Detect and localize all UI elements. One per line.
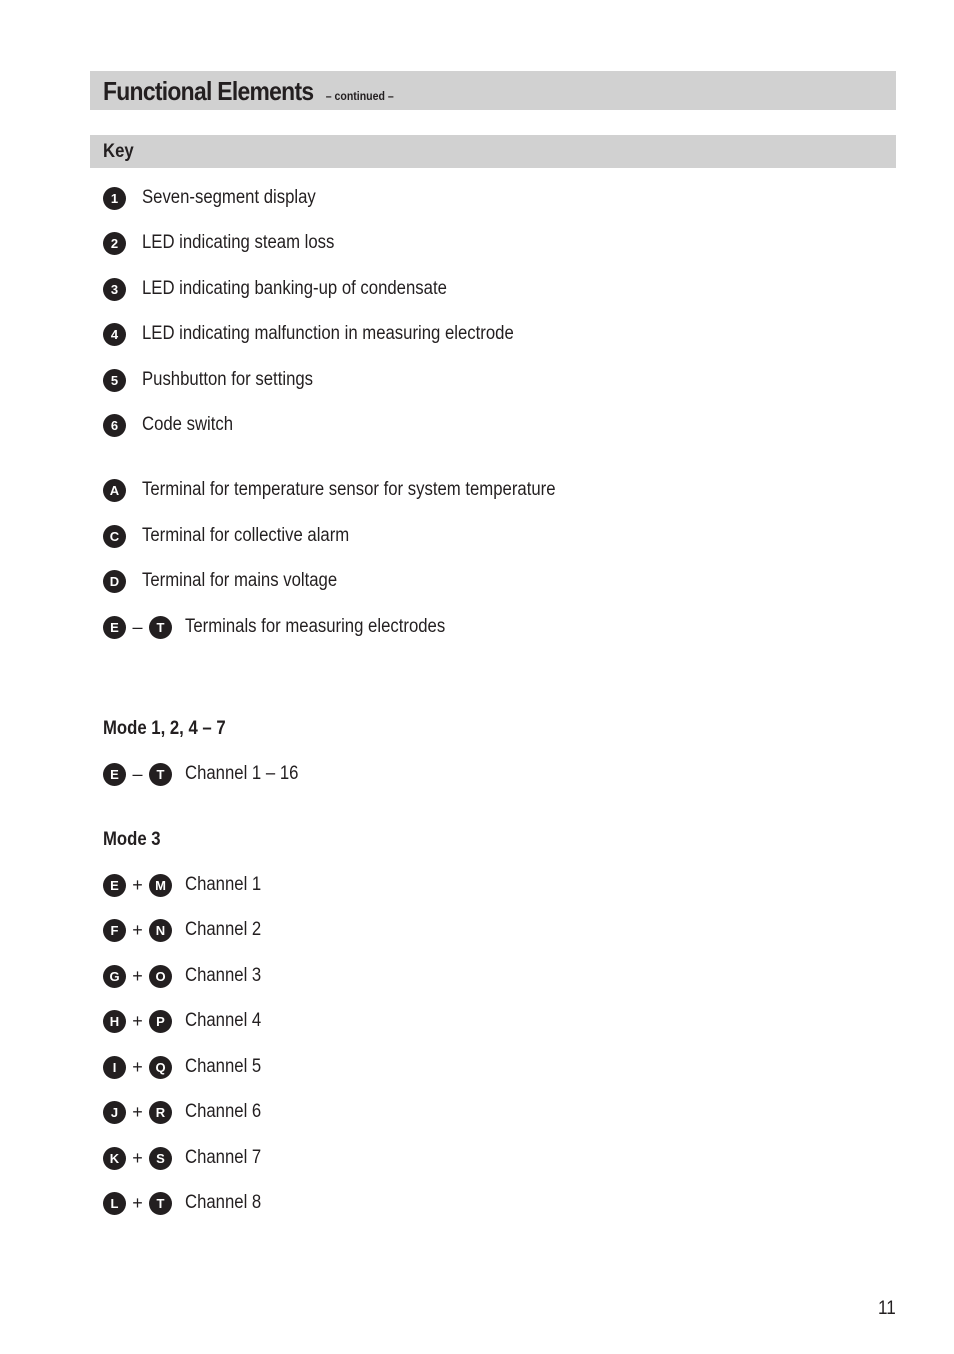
key-item-text: Code switch — [142, 414, 234, 435]
key-heading: Key — [103, 141, 134, 162]
key-item: A Terminal for temperature sensor for sys… — [103, 478, 612, 502]
key-item-text: Terminal for temperature sensor for syst… — [142, 479, 556, 500]
separator: + — [132, 1147, 143, 1168]
marker-icon: E — [103, 762, 126, 786]
key-item: E – T Channel 1 – 16 — [103, 762, 314, 786]
key-item-text: Terminal for collective alarm — [142, 525, 350, 546]
marker-icon: D — [103, 569, 126, 593]
marker-icon: H — [103, 1009, 126, 1033]
separator: + — [132, 1192, 143, 1213]
key-item: F + N Channel 2 — [103, 918, 272, 942]
marker-icon: 6 — [103, 413, 126, 437]
key-item: D Terminal for mains voltage — [103, 569, 364, 593]
key-item-text: Seven-segment display — [142, 187, 316, 208]
key-item-text: Pushbutton for settings — [142, 369, 314, 390]
key-item: C Terminal for collective alarm — [103, 524, 377, 548]
marker-icon: K — [103, 1146, 126, 1170]
marker-icon: E — [103, 615, 126, 639]
marker-icon: G — [103, 964, 126, 988]
separator: + — [132, 874, 143, 895]
key-item-text: Channel 3 — [185, 965, 262, 986]
marker-icon: A — [103, 478, 126, 502]
marker-icon: O — [149, 964, 172, 988]
mode-b-heading: Mode 3 — [103, 829, 161, 850]
key-item-text: Channel 2 — [185, 919, 262, 940]
continued-label: – continued – — [325, 89, 394, 103]
key-item-text: Channel 8 — [185, 1192, 262, 1213]
key-item-text: Channel 1 — [185, 874, 262, 895]
marker-icon: P — [149, 1009, 172, 1033]
key-item-text: Channel 1 – 16 — [185, 763, 299, 784]
marker-icon: 5 — [103, 368, 126, 392]
separator: – — [132, 763, 143, 784]
marker-icon: T — [149, 615, 172, 639]
marker-icon: F — [103, 918, 126, 942]
key-item-text: LED indicating malfunction in measuring … — [142, 323, 514, 344]
key-item: E – T Terminals for measuring electrodes — [103, 615, 481, 639]
key-item-text: Terminal for mains voltage — [142, 570, 338, 591]
key-item: I + Q Channel 5 — [103, 1055, 272, 1079]
key-item: 4 LED indicating malfunction in measuring… — [103, 322, 564, 346]
page-title: Functional Elements – continued – — [103, 76, 394, 107]
key-item-text: Channel 4 — [185, 1010, 262, 1031]
key-item: G + O Channel 3 — [103, 964, 272, 988]
separator: + — [132, 919, 143, 940]
marker-icon: N — [149, 918, 172, 942]
key-item: L + T Channel 8 — [103, 1191, 272, 1215]
marker-icon: 4 — [103, 322, 126, 346]
mode-a-heading: Mode 1, 2, 4 – 7 — [103, 718, 226, 739]
key-item-text: LED indicating banking-up of condensate — [142, 278, 447, 299]
marker-icon: I — [103, 1055, 126, 1079]
marker-icon: S — [149, 1146, 172, 1170]
key-item: 1 Seven-segment display — [103, 186, 340, 210]
marker-icon: Q — [149, 1055, 172, 1079]
marker-icon: R — [149, 1100, 172, 1124]
marker-icon: T — [149, 1191, 172, 1215]
marker-icon: C — [103, 524, 126, 548]
title-text: Functional Elements — [103, 76, 314, 106]
key-item: 3 LED indicating banking-up of condensate — [103, 277, 488, 301]
key-item-text: Channel 5 — [185, 1056, 262, 1077]
marker-icon: 2 — [103, 231, 126, 255]
marker-icon: L — [103, 1191, 126, 1215]
separator: + — [132, 1101, 143, 1122]
key-item: H + P Channel 4 — [103, 1009, 272, 1033]
marker-icon: M — [149, 873, 172, 897]
key-header: Key — [90, 135, 896, 168]
key-item: 5 Pushbutton for settings — [103, 368, 336, 392]
key-item: K + S Channel 7 — [103, 1146, 272, 1170]
separator: – — [132, 616, 143, 637]
marker-icon: T — [149, 762, 172, 786]
marker-icon: 1 — [103, 186, 126, 210]
key-item: 6 Code switch — [103, 413, 246, 437]
separator: + — [132, 1056, 143, 1077]
key-item-text: Terminals for measuring electrodes — [185, 616, 446, 637]
key-item: 2 LED indicating steam loss — [103, 231, 361, 255]
marker-icon: J — [103, 1100, 126, 1124]
key-item: E + M Channel 1 — [103, 873, 272, 897]
separator: + — [132, 965, 143, 986]
marker-icon: E — [103, 873, 126, 897]
section-header: Functional Elements – continued – — [90, 71, 896, 110]
marker-icon: 3 — [103, 277, 126, 301]
key-item-text: LED indicating steam loss — [142, 232, 335, 253]
key-item-text: Channel 7 — [185, 1147, 262, 1168]
separator: + — [132, 1010, 143, 1031]
key-item: J + R Channel 6 — [103, 1100, 272, 1124]
page-number: 11 — [878, 1298, 896, 1319]
key-item-text: Channel 6 — [185, 1101, 262, 1122]
